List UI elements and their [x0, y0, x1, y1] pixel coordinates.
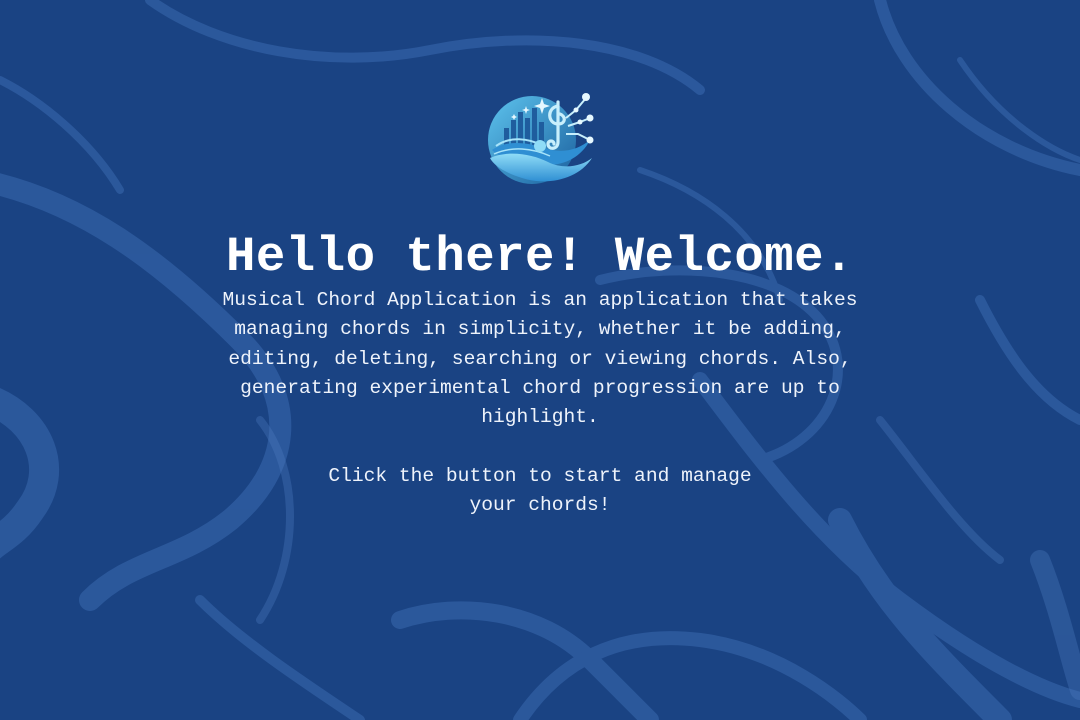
call-to-action-text: Click the button to start and manage you… — [328, 465, 752, 517]
music-note-tech-icon — [488, 93, 594, 184]
welcome-screen: Hello there! Welcome. Musical Chord Appl… — [0, 0, 1080, 720]
welcome-title: Hello there! Welcome. — [225, 228, 854, 285]
app-description: Musical Chord Application is an applicat… — [222, 289, 858, 429]
app-logo — [486, 88, 598, 190]
